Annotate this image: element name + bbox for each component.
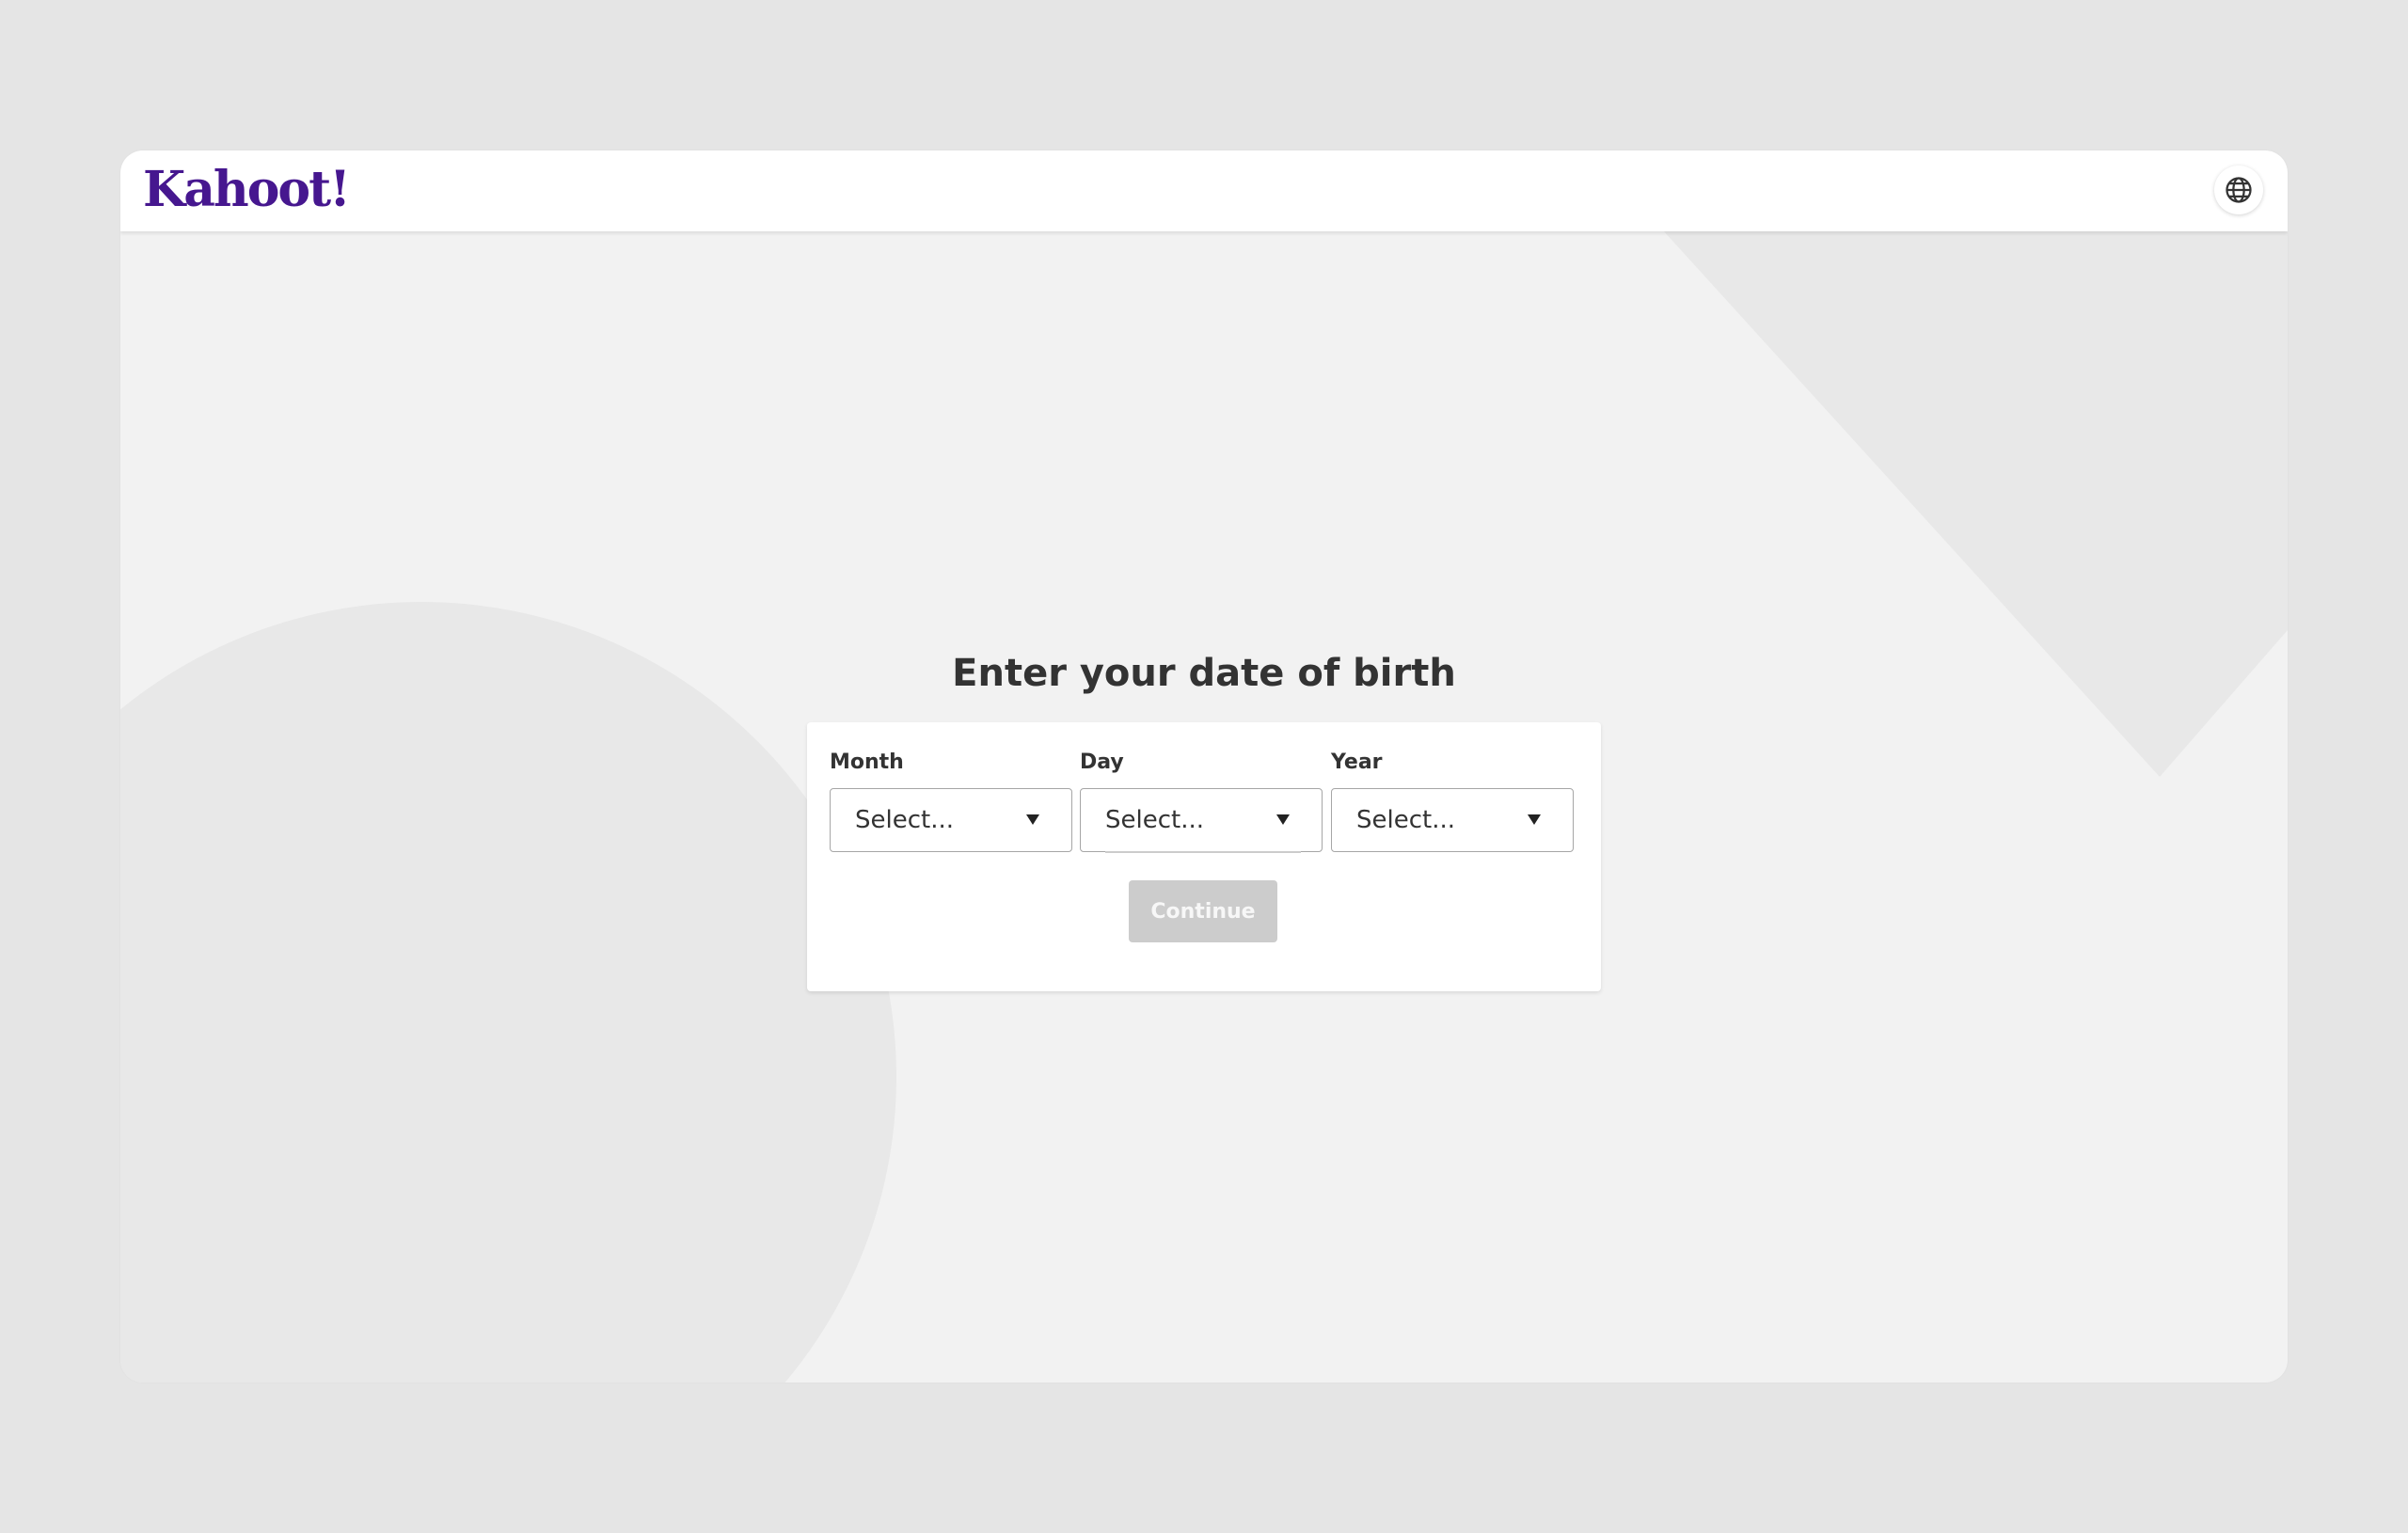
day-select[interactable]: Select... bbox=[1080, 788, 1323, 853]
top-bar: Kahoot! bbox=[120, 150, 2288, 231]
page-title: Enter your date of birth bbox=[952, 652, 1456, 695]
day-field: Day Select... bbox=[1080, 751, 1324, 853]
globe-icon bbox=[2226, 177, 2252, 203]
day-select-underline bbox=[1105, 851, 1301, 853]
day-label: Day bbox=[1080, 751, 1124, 774]
chevron-down-icon bbox=[1528, 814, 1541, 825]
main-content: Enter your date of birth Month Select...… bbox=[120, 150, 2288, 1383]
chevron-down-icon bbox=[1026, 814, 1039, 825]
month-field: Month Select... bbox=[830, 751, 1074, 852]
month-select[interactable]: Select... bbox=[830, 788, 1072, 852]
date-of-birth-card: Month Select... Day Select... Year Selec… bbox=[807, 722, 1601, 991]
kahoot-logo[interactable]: Kahoot! bbox=[143, 164, 351, 216]
continue-button[interactable]: Continue bbox=[1129, 880, 1277, 942]
month-label: Month bbox=[830, 751, 904, 774]
day-select-value: Select... bbox=[1105, 806, 1205, 834]
year-label: Year bbox=[1331, 751, 1383, 774]
chevron-down-icon bbox=[1276, 814, 1290, 825]
year-select-value: Select... bbox=[1356, 806, 1456, 834]
language-button[interactable] bbox=[2214, 166, 2263, 214]
year-select[interactable]: Select... bbox=[1331, 788, 1574, 852]
month-select-value: Select... bbox=[855, 806, 955, 834]
app-window: Kahoot! Enter your date of birth Month S… bbox=[120, 150, 2288, 1383]
year-field: Year Select... bbox=[1331, 751, 1576, 852]
